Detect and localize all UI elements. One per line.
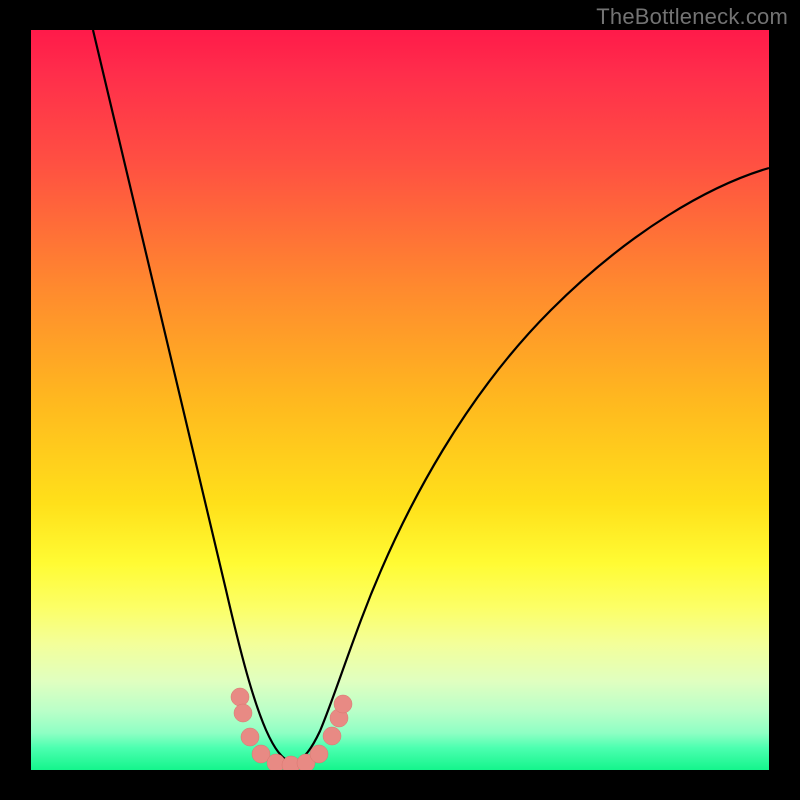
- chart-svg: [31, 30, 769, 770]
- watermark-text: TheBottleneck.com: [596, 4, 788, 30]
- bottleneck-curve-right: [293, 168, 769, 763]
- chart-frame: [31, 30, 769, 770]
- salmon-bead-markers: [231, 688, 352, 770]
- bottleneck-curve-left: [93, 30, 293, 763]
